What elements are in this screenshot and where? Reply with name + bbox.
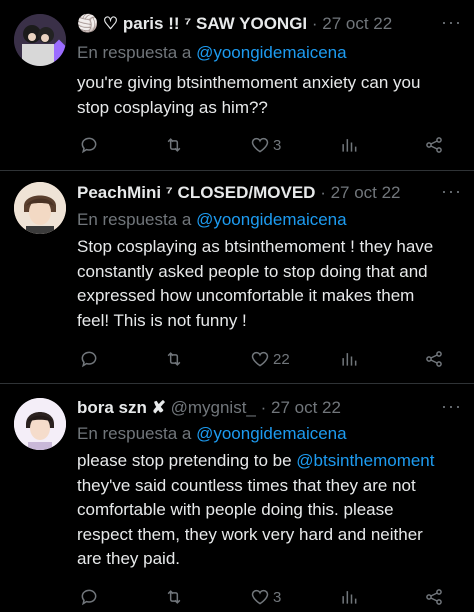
share-button[interactable] <box>424 585 444 609</box>
like-count: 22 <box>273 350 290 368</box>
reply-mention-link[interactable]: @yoongidemaicena <box>196 43 347 62</box>
retweet-button[interactable] <box>164 133 184 157</box>
reply-context: En respuesta a @yoongidemaicena <box>77 208 347 232</box>
tweet-text: you're giving btsinthemoment anxiety can… <box>77 71 449 120</box>
reply-button[interactable] <box>79 133 99 157</box>
avatar[interactable] <box>14 14 66 66</box>
retweet-icon <box>167 352 181 366</box>
tweet-header: 🏐 ♡ paris !! ⁷ SAW YOONGI · 27 oct 22 <box>77 12 464 36</box>
action-bar: 3 <box>77 585 457 609</box>
tweet[interactable]: 🏐 ♡ paris !! ⁷ SAW YOONGI · 27 oct 22 ··… <box>0 0 474 170</box>
display-name[interactable]: PeachMini ⁷ CLOSED/MOVED <box>77 183 315 202</box>
share-icon <box>426 137 442 153</box>
share-button[interactable] <box>424 133 444 157</box>
tweet-header: bora szn ✘ @mygnist_ · 27 oct 22 <box>77 396 464 420</box>
tweet-text-content: please stop pretending to be <box>77 451 297 470</box>
views-icon <box>342 139 357 152</box>
reply-prefix: En respuesta a <box>77 210 197 229</box>
like-icon <box>251 589 269 605</box>
retweet-button[interactable] <box>164 347 184 371</box>
more-icon[interactable]: ··· <box>441 181 462 202</box>
share-icon <box>426 589 442 605</box>
user-handle[interactable]: @mygnist_ <box>171 398 256 417</box>
like-icon <box>251 137 269 153</box>
tweet[interactable]: bora szn ✘ @mygnist_ · 27 oct 22 ··· En … <box>0 384 474 612</box>
display-name[interactable]: bora szn ✘ <box>77 398 166 417</box>
tweet-text-content: they've said countless times that they a… <box>77 475 423 569</box>
action-bar: 22 <box>77 347 457 371</box>
reply-context: En respuesta a @yoongidemaicena <box>77 41 347 65</box>
reply-icon <box>81 137 97 154</box>
tweet-text-content: Stop cosplaying as btsinthemoment ! they… <box>77 237 434 330</box>
mention-link[interactable]: @btsinthemoment <box>296 451 434 470</box>
tweet[interactable]: PeachMini ⁷ CLOSED/MOVED · 27 oct 22 ···… <box>0 171 474 383</box>
avatar[interactable] <box>14 398 66 450</box>
retweet-button[interactable] <box>164 585 184 609</box>
reply-mention-link[interactable]: @yoongidemaicena <box>196 210 347 229</box>
like-button[interactable]: 3 <box>250 585 281 609</box>
views-icon <box>342 591 357 604</box>
reply-icon <box>81 589 97 606</box>
action-bar: 3 <box>77 133 457 157</box>
tweet-header: PeachMini ⁷ CLOSED/MOVED · 27 oct 22 <box>77 181 464 205</box>
reply-button[interactable] <box>79 347 99 371</box>
like-count: 3 <box>273 136 282 154</box>
tweet-date[interactable]: · 27 oct 22 <box>312 14 392 33</box>
tweet-text: please stop pretending to be @btsinthemo… <box>77 449 449 572</box>
share-button[interactable] <box>424 347 444 371</box>
views-button[interactable] <box>339 585 359 609</box>
like-button[interactable]: 3 <box>250 133 281 157</box>
reply-button[interactable] <box>79 585 99 609</box>
like-count: 3 <box>273 588 282 606</box>
more-icon[interactable]: ··· <box>441 396 462 417</box>
reply-prefix: En respuesta a <box>77 43 197 62</box>
tweet-text: Stop cosplaying as btsinthemoment ! they… <box>77 235 449 333</box>
tweet-text-content: you're giving btsinthemoment anxiety can… <box>77 73 421 117</box>
reply-icon <box>81 351 97 368</box>
like-icon <box>251 351 269 367</box>
tweet-date[interactable]: · 27 oct 22 <box>261 398 341 417</box>
views-button[interactable] <box>339 347 359 371</box>
reply-prefix: En respuesta a <box>77 424 197 443</box>
avatar[interactable] <box>14 182 66 234</box>
views-button[interactable] <box>339 133 359 157</box>
views-icon <box>342 353 357 366</box>
retweet-icon <box>167 138 181 152</box>
share-icon <box>426 351 442 367</box>
display-name[interactable]: 🏐 ♡ paris !! ⁷ SAW YOONGI <box>77 14 307 33</box>
more-icon[interactable]: ··· <box>441 12 462 33</box>
like-button[interactable]: 22 <box>250 347 290 371</box>
retweet-icon <box>167 590 181 604</box>
tweet-date[interactable]: · 27 oct 22 <box>320 183 400 202</box>
reply-mention-link[interactable]: @yoongidemaicena <box>196 424 347 443</box>
reply-context: En respuesta a @yoongidemaicena <box>77 422 347 446</box>
